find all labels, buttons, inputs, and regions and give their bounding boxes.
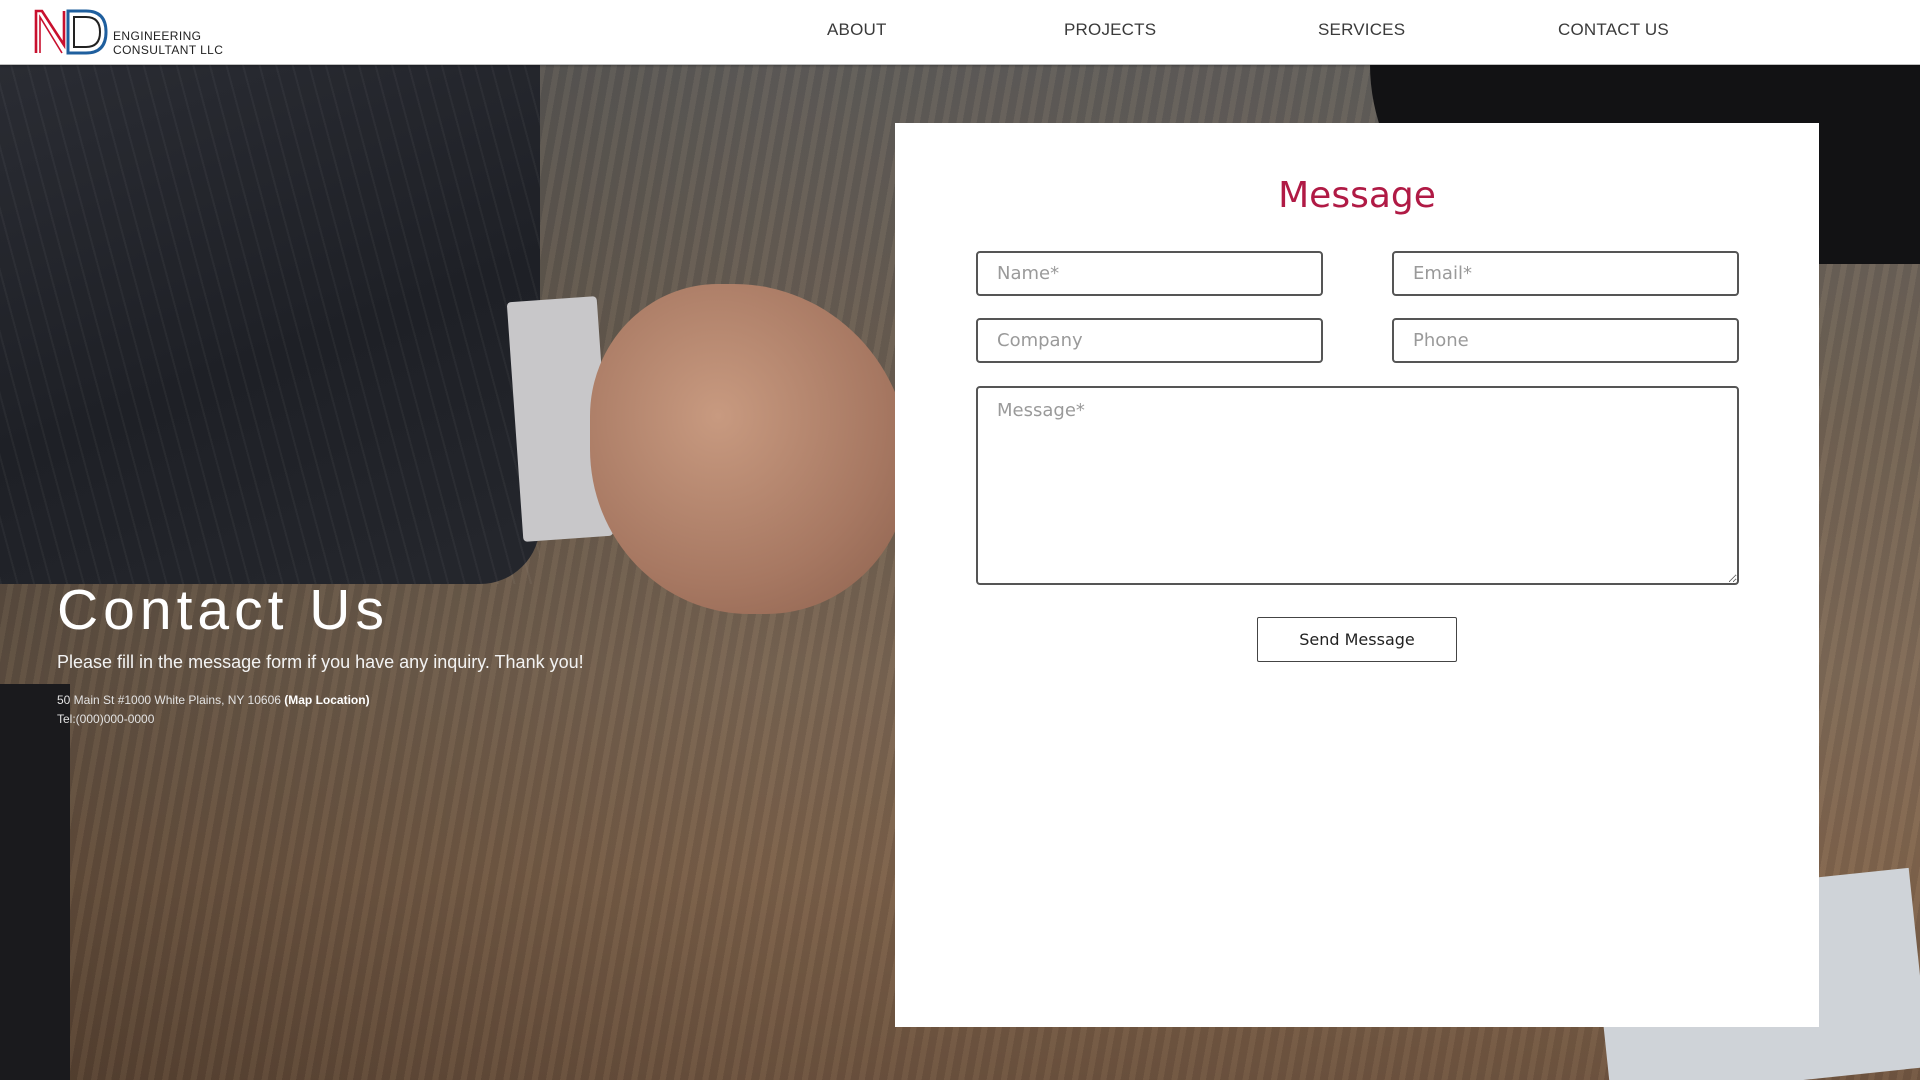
page-title: Contact Us <box>57 578 389 642</box>
name-input[interactable] <box>976 251 1323 296</box>
message-textarea[interactable] <box>976 386 1739 585</box>
logo-line-1: ENGINEERING <box>113 29 202 43</box>
telephone-text: Tel:(000)000-0000 <box>57 712 155 726</box>
suit-sleeve-left <box>0 64 540 584</box>
logo-line-2: CONSULTANT LLC <box>113 43 224 57</box>
hero-subtitle: Please fill in the message form if you h… <box>57 652 584 672</box>
send-message-button[interactable]: Send Message <box>1257 617 1457 662</box>
hero-text-block: Contact Us Please fill in the message fo… <box>57 578 584 729</box>
map-location-link[interactable]: (Map Location) <box>284 693 369 707</box>
nav-services[interactable]: SERVICES <box>1318 20 1405 40</box>
nav-about[interactable]: ABOUT <box>827 20 887 40</box>
suit-sleeve-bottom <box>0 684 70 1080</box>
contact-info: 50 Main St #1000 White Plains, NY 10606 … <box>57 691 584 729</box>
nd-logo-mark-icon <box>34 9 108 55</box>
phone-input[interactable] <box>1392 318 1739 363</box>
company-input[interactable] <box>976 318 1323 363</box>
company-logo[interactable]: ENGINEERING CONSULTANT LLC <box>34 9 234 57</box>
address-text: 50 Main St #1000 White Plains, NY 10606 <box>57 693 281 707</box>
site-header: ENGINEERING CONSULTANT LLC ABOUT PROJECT… <box>0 0 1920 65</box>
form-title: Message <box>1278 175 1436 216</box>
email-input[interactable] <box>1392 251 1739 296</box>
contact-form-panel: Message Send Message <box>895 123 1819 1027</box>
nav-contact-us[interactable]: CONTACT US <box>1558 20 1669 40</box>
logo-text: ENGINEERING CONSULTANT LLC <box>113 29 223 57</box>
nav-projects[interactable]: PROJECTS <box>1064 20 1156 40</box>
